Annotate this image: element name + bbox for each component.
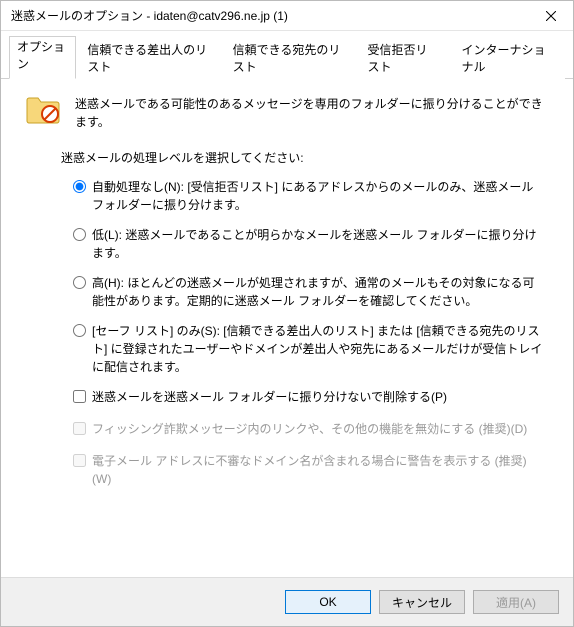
apply-button[interactable]: 適用(A) <box>473 590 559 614</box>
window-title: 迷惑メールのオプション - idaten@catv296.ne.jp (1) <box>11 7 528 24</box>
intro-text: 迷惑メールである可能性のあるメッセージを専用のフォルダーに振り分けることができま… <box>75 93 549 131</box>
dialog-window: 迷惑メールのオプション - idaten@catv296.ne.jp (1) オ… <box>0 0 574 627</box>
tab-label: 信頼できる差出人のリスト <box>87 43 207 74</box>
radio-low[interactable]: 低(L): 迷惑メールであることが明らかなメールを迷惑メール フォルダーに振り分… <box>73 226 543 262</box>
checkbox-input[interactable] <box>73 390 86 403</box>
options-checkbox-group: 迷惑メールを迷惑メール フォルダーに振り分けないで削除する(P) フィッシング詐… <box>73 388 543 488</box>
ok-button[interactable]: OK <box>285 590 371 614</box>
close-button[interactable] <box>528 1 573 31</box>
radio-input[interactable] <box>73 228 86 241</box>
radio-high[interactable]: 高(H): ほとんどの迷惑メールが処理されますが、通常のメールもその対象になる可… <box>73 274 543 310</box>
radio-label[interactable]: 自動処理なし(N): [受信拒否リスト] にあるアドレスからのメールのみ、迷惑メ… <box>92 178 543 214</box>
checkbox-input <box>73 422 86 435</box>
junk-folder-icon <box>25 93 61 125</box>
radio-safe-lists-only[interactable]: [セーフ リスト] のみ(S): [信頼できる差出人のリスト] または [信頼で… <box>73 322 543 376</box>
titlebar: 迷惑メールのオプション - idaten@catv296.ne.jp (1) <box>1 1 573 31</box>
tab-safe-senders[interactable]: 信頼できる差出人のリスト <box>76 36 221 79</box>
tab-options[interactable]: オプション <box>9 36 76 79</box>
radio-label[interactable]: 低(L): 迷惑メールであることが明らかなメールを迷惑メール フォルダーに振り分… <box>92 226 543 262</box>
radio-group-label: 迷惑メールの処理レベルを選択してください: <box>61 149 549 166</box>
checkbox-label[interactable]: 迷惑メールを迷惑メール フォルダーに振り分けないで削除する(P) <box>92 388 447 406</box>
checkbox-label: 電子メール アドレスに不審なドメイン名が含まれる場合に警告を表示する (推奨)(… <box>92 452 543 488</box>
check-permanently-delete[interactable]: 迷惑メールを迷惑メール フォルダーに振り分けないで削除する(P) <box>73 388 543 406</box>
radio-label[interactable]: 高(H): ほとんどの迷惑メールが処理されますが、通常のメールもその対象になる可… <box>92 274 543 310</box>
radio-input[interactable] <box>73 276 86 289</box>
tab-label: 受信拒否リスト <box>367 43 427 74</box>
tab-label: 信頼できる宛先のリスト <box>233 43 341 74</box>
protection-level-group: 自動処理なし(N): [受信拒否リスト] にあるアドレスからのメールのみ、迷惑メ… <box>73 178 543 376</box>
tab-blocked-senders[interactable]: 受信拒否リスト <box>356 36 450 79</box>
tab-content: 迷惑メールである可能性のあるメッセージを専用のフォルダーに振り分けることができま… <box>1 79 573 577</box>
checkbox-input <box>73 454 86 467</box>
radio-label[interactable]: [セーフ リスト] のみ(S): [信頼できる差出人のリスト] または [信頼で… <box>92 322 543 376</box>
tab-label: インターナショナル <box>461 43 545 74</box>
radio-input[interactable] <box>73 324 86 337</box>
intro-row: 迷惑メールである可能性のあるメッセージを専用のフォルダーに振り分けることができま… <box>25 93 549 131</box>
radio-no-auto[interactable]: 自動処理なし(N): [受信拒否リスト] にあるアドレスからのメールのみ、迷惑メ… <box>73 178 543 214</box>
tab-label: オプション <box>17 40 65 71</box>
check-disable-phishing-links: フィッシング詐欺メッセージ内のリンクや、その他の機能を無効にする (推奨)(D) <box>73 420 543 438</box>
close-icon <box>546 11 556 21</box>
checkbox-label: フィッシング詐欺メッセージ内のリンクや、その他の機能を無効にする (推奨)(D) <box>92 420 527 438</box>
tab-strip: オプション 信頼できる差出人のリスト 信頼できる宛先のリスト 受信拒否リスト イ… <box>1 31 573 79</box>
cancel-button[interactable]: キャンセル <box>379 590 465 614</box>
check-warn-suspicious-domain: 電子メール アドレスに不審なドメイン名が含まれる場合に警告を表示する (推奨)(… <box>73 452 543 488</box>
radio-input[interactable] <box>73 180 86 193</box>
tab-safe-recipients[interactable]: 信頼できる宛先のリスト <box>222 36 357 79</box>
dialog-button-bar: OK キャンセル 適用(A) <box>1 577 573 626</box>
tab-international[interactable]: インターナショナル <box>450 36 565 79</box>
